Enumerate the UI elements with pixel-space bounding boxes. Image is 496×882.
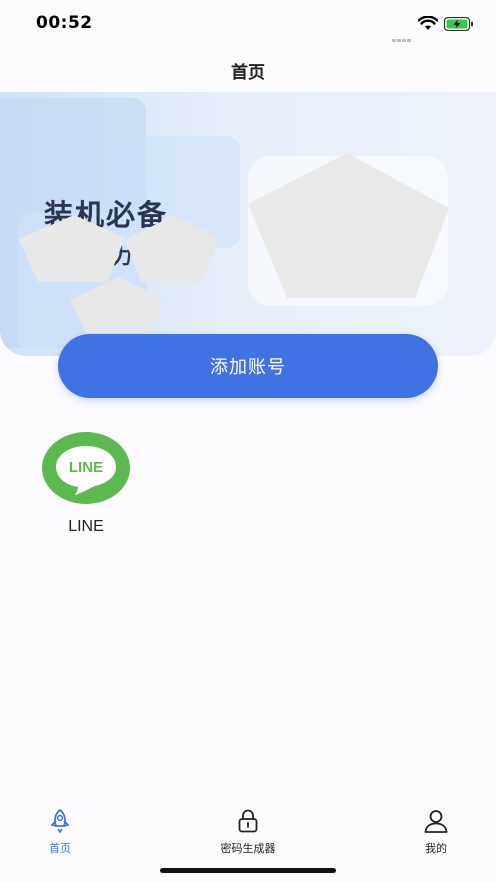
tab-mine[interactable]: 我的 [386,808,486,856]
tab-bar: 首页 密码生成器 我的 [0,800,496,860]
placeholder-star-icon [19,215,125,282]
placeholder-star-icon [70,277,166,333]
tab-label: 密码生成器 [220,842,276,855]
tab-password-generator[interactable]: 密码生成器 [198,808,298,856]
battery-charging-icon [444,17,473,31]
app-label: LINE [68,518,104,535]
status-bar: 00:52 [0,0,496,48]
home-indicator [160,868,336,873]
image-placeholder-stars [19,153,449,333]
line-app-icon[interactable]: LINE [42,432,130,504]
tab-label: 首页 [49,842,71,855]
tab-label: 我的 [425,842,447,855]
signal-icon [392,27,412,46]
line-icon-text: LINE [69,459,103,476]
person-icon [424,810,448,833]
tab-home[interactable]: 首页 [10,808,110,856]
placeholder-star-icon [125,215,219,282]
placeholder-star-icon [248,153,449,298]
wifi-icon [418,16,438,30]
lock-icon [238,809,258,833]
app-tile-line[interactable]: LINE LINE [38,432,134,536]
status-time: 00:52 [36,13,93,33]
add-account-button[interactable]: 添加账号 [58,334,438,398]
page-title: 首页 [231,63,265,83]
rocket-icon [50,808,70,834]
